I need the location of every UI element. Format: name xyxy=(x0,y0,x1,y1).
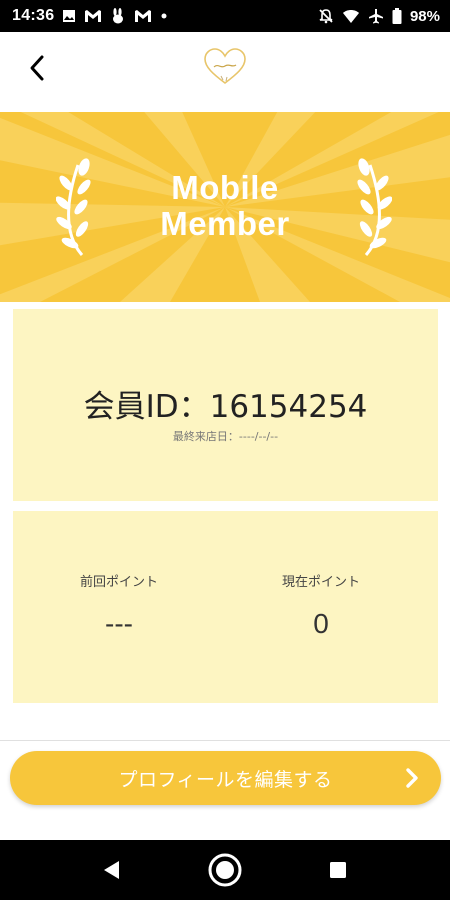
last-visit-date: 最終来店日：----/--/-- xyxy=(172,430,279,443)
chevron-left-icon xyxy=(30,55,44,81)
rabbit-icon xyxy=(110,8,126,24)
current-points-label: 現在ポイント xyxy=(281,575,360,590)
previous-points: 前回ポイント --- xyxy=(13,571,225,640)
wifi-icon xyxy=(342,8,360,24)
heart-logo-icon xyxy=(204,48,246,85)
status-time: 14:36 xyxy=(12,7,55,24)
battery-percent: 98% xyxy=(409,7,440,25)
divider xyxy=(0,740,450,741)
app-header xyxy=(0,32,450,104)
mute-icon xyxy=(318,8,334,24)
current-points-value: 0 xyxy=(313,608,329,639)
airplane-icon xyxy=(368,8,384,24)
banner-title-line2: Member xyxy=(160,205,290,242)
gmail-icon xyxy=(134,9,152,23)
member-id-card: 会員ID：16154254 最終来店日：----/--/-- xyxy=(13,309,438,501)
banner-title-line1: Mobile xyxy=(171,169,279,206)
image-icon xyxy=(62,9,76,23)
home-circle-icon[interactable] xyxy=(207,852,243,888)
back-triangle-icon[interactable] xyxy=(101,859,123,881)
member-id: 会員ID：16154254 xyxy=(83,389,368,425)
recents-square-icon[interactable] xyxy=(329,861,347,879)
previous-points-label: 前回ポイント xyxy=(79,575,158,590)
previous-points-value: --- xyxy=(105,608,133,639)
dot-icon xyxy=(160,12,168,20)
status-right: 98% xyxy=(318,8,440,25)
back-button[interactable] xyxy=(18,48,58,88)
mobile-member-banner: Mobile Member xyxy=(0,112,450,302)
battery-icon xyxy=(392,8,402,24)
edit-profile-button[interactable]: プロフィールを編集する xyxy=(10,751,441,805)
status-left: 14:36 xyxy=(12,7,168,25)
points-card: 前回ポイント --- 現在ポイント 0 xyxy=(13,511,438,703)
system-nav-bar xyxy=(0,840,450,900)
banner-title: Mobile Member xyxy=(0,170,450,242)
current-points: 現在ポイント 0 xyxy=(215,571,427,640)
gmail-icon xyxy=(84,9,102,23)
chevron-right-icon xyxy=(406,768,418,788)
status-bar: 14:36 98% xyxy=(0,0,450,32)
edit-profile-label: プロフィールを編集する xyxy=(118,768,333,791)
